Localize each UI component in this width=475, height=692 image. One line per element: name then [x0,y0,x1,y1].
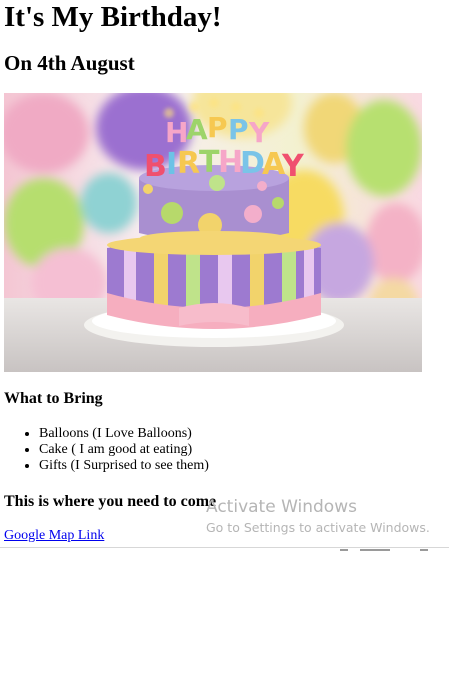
taskbar-fragment [340,548,435,553]
birthday-cake-image: H A P P Y B I R T H D A Y [4,93,422,372]
where-heading: This is where you need to come [4,493,217,510]
svg-text:P: P [207,111,228,144]
list-item: Cake ( I am good at eating) [39,442,209,458]
list-item: Balloons (I Love Balloons) [39,426,209,442]
watermark-title: Activate Windows [206,497,357,517]
page-subtitle: On 4th August [4,51,135,75]
svg-text:I: I [166,147,177,182]
list-item: Gifts (I Surprised to see them) [39,458,209,474]
svg-text:R: R [177,146,200,181]
svg-text:B: B [144,149,167,184]
page-title: It's My Birthday! [4,1,222,33]
svg-text:T: T [199,145,220,180]
watermark-subtitle: Go to Settings to activate Windows. [206,520,430,535]
svg-text:Y: Y [248,116,270,149]
bring-heading: What to Bring [4,390,103,407]
bring-list: Balloons (I Love Balloons) Cake ( I am g… [4,426,209,474]
cake-bottom-tier [107,235,321,329]
svg-text:Y: Y [281,149,305,184]
svg-text:H: H [165,116,188,149]
svg-text:A: A [186,113,208,146]
svg-text:P: P [228,113,249,146]
google-map-link[interactable]: Google Map Link [4,528,104,544]
activate-windows-watermark: Activate Windows Go to Settings to activ… [206,497,430,535]
